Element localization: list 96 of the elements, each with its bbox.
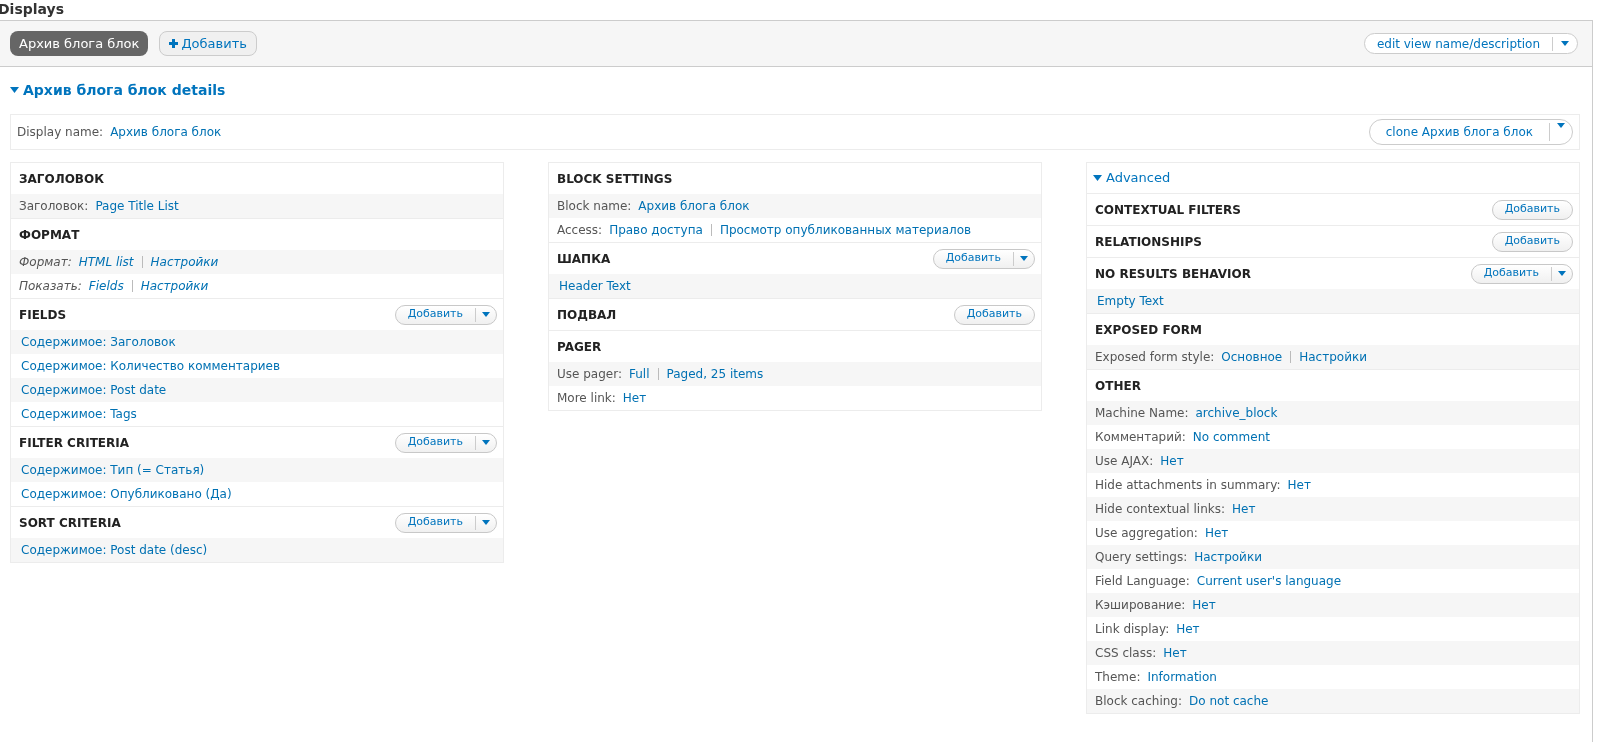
setting-link[interactable]: HTML list [78, 253, 134, 271]
setting-link[interactable]: Empty Text [1097, 292, 1164, 310]
setting-link[interactable]: Настройки [150, 253, 219, 271]
section-title: RELATIONSHIPS [1095, 233, 1202, 251]
setting-label: Формат: [19, 254, 72, 271]
caret-icon [482, 520, 490, 525]
setting-link[interactable]: Архив блога блок [110, 123, 222, 141]
section-title: SORT CRITERIA [19, 514, 121, 532]
caret-icon [1558, 271, 1566, 276]
setting-label: Заголовок: [19, 198, 89, 215]
section-title: ПОДВАЛ [557, 306, 617, 324]
setting-label: Use aggregation: [1095, 525, 1198, 542]
section-title: ШАПКА [557, 250, 611, 268]
section-title: FILTER CRITERIA [19, 434, 129, 452]
setting-link[interactable]: Нет [1176, 620, 1200, 638]
section-title: EXPOSED FORM [1095, 321, 1202, 339]
add-button[interactable]: Добавить [395, 433, 475, 452]
caret-icon [1093, 175, 1102, 181]
plus-icon [169, 39, 179, 48]
add-button[interactable]: Добавить [395, 513, 475, 532]
setting-link[interactable]: Право доступа [609, 221, 703, 239]
setting-link[interactable]: Нет [1160, 452, 1184, 470]
add-button[interactable]: Добавить [1491, 199, 1573, 220]
add-button[interactable]: Добавить [395, 305, 475, 324]
setting-link[interactable]: Настройки [1299, 348, 1367, 366]
add-button[interactable]: Добавить [953, 304, 1035, 325]
setting-link[interactable]: Current user's language [1196, 572, 1342, 590]
caret-icon [10, 87, 19, 93]
add-split-button[interactable]: Добавить [394, 304, 497, 325]
setting-link[interactable]: Архив блога блок [638, 197, 750, 215]
setting-label: Machine Name: [1095, 405, 1189, 422]
setting-label: Use AJAX: [1095, 453, 1154, 470]
setting-label: More link: [557, 390, 616, 407]
caret-icon [1557, 123, 1565, 128]
setting-link[interactable]: No comment [1192, 428, 1270, 446]
section-title: OTHER [1095, 377, 1141, 395]
setting-link[interactable]: Настройки [140, 277, 209, 295]
add-split-button[interactable]: Добавить [1470, 263, 1573, 284]
setting-link[interactable]: Paged, 25 items [666, 365, 764, 383]
add-split-button[interactable]: Добавить [394, 432, 497, 453]
setting-link[interactable]: Нет [1287, 476, 1311, 494]
setting-link[interactable]: Нет [1232, 500, 1256, 518]
section-title: NO RESULTS BEHAVIOR [1095, 265, 1251, 283]
setting-link[interactable]: Information [1147, 668, 1217, 686]
setting-label: CSS class: [1095, 645, 1157, 662]
setting-link[interactable]: Full [628, 365, 650, 383]
page-title: Displays [0, 0, 66, 19]
details-toggle[interactable]: Архив блога блок details [10, 80, 226, 100]
setting-label: Exposed form style: [1095, 349, 1215, 366]
caret-icon [1561, 41, 1569, 46]
caret-icon [482, 440, 490, 445]
section-title: ЗАГОЛОВОК [19, 170, 104, 188]
setting-link[interactable]: Настройки [1194, 548, 1262, 566]
setting-label: Theme: [1095, 669, 1141, 686]
section-title: PAGER [557, 338, 602, 356]
setting-link[interactable]: Header Text [559, 277, 631, 295]
add-button[interactable]: Добавить [1471, 264, 1551, 283]
setting-link[interactable]: Fields [88, 277, 124, 295]
setting-link[interactable]: Нет [1204, 524, 1229, 542]
caret-icon [482, 312, 490, 317]
setting-link[interactable]: Основное [1221, 348, 1283, 366]
add-split-button[interactable]: Добавить [394, 512, 497, 533]
section-title: CONTEXTUAL FILTERS [1095, 201, 1241, 219]
setting-label: Link display: [1095, 621, 1170, 638]
setting-label: Access: [557, 222, 603, 239]
setting-label: Hide contextual links: [1095, 501, 1226, 518]
setting-link[interactable]: Содержимое: Tags [21, 405, 137, 423]
setting-label: Display name: [17, 124, 104, 141]
setting-label: Показать: [19, 278, 82, 295]
setting-label: Кэширование: [1095, 597, 1186, 614]
setting-label: Query settings: [1095, 549, 1188, 566]
section-title: FIELDS [19, 306, 67, 324]
setting-link[interactable]: archive_block [1195, 404, 1278, 422]
setting-link[interactable]: Do not cache [1189, 692, 1269, 710]
add-split-button[interactable]: Добавить [932, 248, 1035, 269]
setting-link[interactable]: Page Title List [95, 197, 179, 215]
add-button[interactable]: Добавить [1491, 231, 1573, 252]
setting-link[interactable]: Содержимое: Количество комментариев [21, 357, 281, 375]
setting-label: Hide attachments in summary: [1095, 477, 1281, 494]
setting-link[interactable]: Нет [622, 389, 647, 407]
setting-link[interactable]: Содержимое: Опубликовано (Да) [21, 485, 232, 503]
advanced-toggle[interactable]: Advanced [1087, 163, 1171, 193]
setting-link[interactable]: Нет [1163, 644, 1187, 662]
section-title: ФОРМАТ [19, 226, 80, 244]
section-title: BLOCK SETTINGS [557, 170, 673, 188]
setting-label: Block caching: [1095, 693, 1183, 710]
setting-label: Block name: [557, 198, 632, 215]
add-display-button[interactable]: Добавить [159, 31, 257, 56]
display-tab[interactable]: Архив блога блок [10, 31, 149, 56]
setting-label: Use pager: [557, 366, 622, 383]
setting-label: Комментарий: [1095, 429, 1186, 446]
add-button[interactable]: Добавить [933, 249, 1013, 268]
setting-link[interactable]: Просмотр опубликованных материалов [719, 221, 972, 239]
setting-link[interactable]: Нет [1192, 596, 1216, 614]
setting-label: Field Language: [1095, 573, 1190, 590]
caret-icon [1020, 256, 1028, 261]
